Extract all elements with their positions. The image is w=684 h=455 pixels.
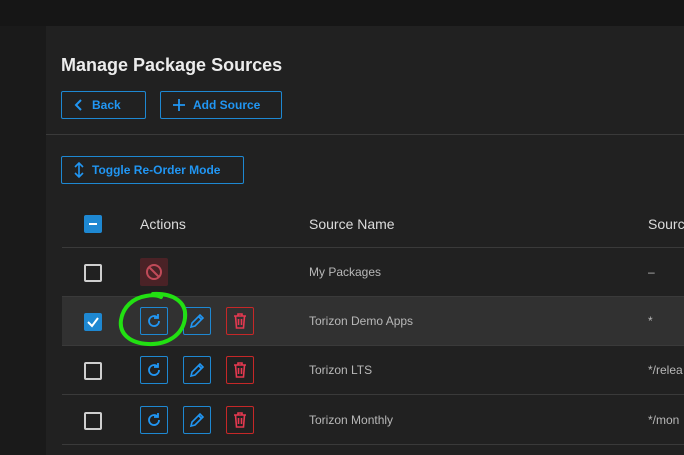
refresh-icon: [148, 314, 160, 327]
block-button: [140, 258, 168, 286]
table-row: My Packages –: [62, 248, 684, 296]
edit-button[interactable]: [183, 406, 211, 434]
source-pattern: –: [648, 265, 655, 279]
delete-button[interactable]: [226, 307, 254, 335]
table-header: Actions Source Name Sourc: [46, 208, 684, 248]
refresh-icon: [148, 413, 160, 426]
delete-button[interactable]: [226, 406, 254, 434]
edit-button[interactable]: [183, 356, 211, 384]
add-source-button[interactable]: Add Source: [160, 91, 282, 119]
header-divider: [46, 134, 684, 135]
source-pattern: */mon: [648, 413, 680, 427]
minus-icon: [89, 223, 97, 225]
add-source-button-label: Add Source: [193, 98, 261, 112]
chevron-left-icon: [74, 99, 82, 111]
trash-icon: [234, 313, 246, 329]
block-icon: [146, 264, 162, 280]
row-divider: [62, 444, 684, 445]
edit-button[interactable]: [183, 307, 211, 335]
back-button-label: Back: [92, 98, 121, 112]
trash-icon: [234, 412, 246, 428]
trash-icon: [234, 362, 246, 378]
table-row: Torizon LTS */relea: [62, 346, 684, 394]
source-name-header[interactable]: Source Name: [309, 216, 395, 232]
row-checkbox[interactable]: [84, 412, 102, 430]
refresh-button[interactable]: [140, 307, 168, 335]
manage-sources-panel: Manage Package Sources Back Add Source T…: [46, 26, 684, 455]
check-icon: [87, 317, 99, 328]
toggle-reorder-button-label: Toggle Re-Order Mode: [92, 163, 221, 177]
toggle-reorder-button[interactable]: Toggle Re-Order Mode: [61, 156, 244, 184]
table-row: Torizon Demo Apps *: [62, 297, 684, 345]
page-title: Manage Package Sources: [61, 55, 283, 75]
refresh-icon: [148, 363, 160, 376]
source-name: Torizon Monthly: [309, 413, 394, 427]
source-pattern: *: [648, 314, 653, 328]
plus-icon: [173, 99, 185, 111]
refresh-button[interactable]: [140, 406, 168, 434]
source-name: Torizon LTS: [309, 363, 373, 377]
back-button[interactable]: Back: [61, 91, 146, 119]
row-checkbox[interactable]: [84, 362, 102, 380]
source-name: My Packages: [309, 265, 382, 279]
row-divider: [62, 394, 684, 395]
source-name: Torizon Demo Apps: [309, 314, 414, 328]
actions-header: Actions: [140, 216, 186, 232]
vertical-arrows-icon: [74, 162, 84, 178]
source-pattern: */relea: [648, 363, 683, 377]
pencil-icon: [189, 313, 205, 329]
refresh-button[interactable]: [140, 356, 168, 384]
row-checkbox[interactable]: [84, 264, 102, 282]
row-checkbox[interactable]: [84, 313, 102, 331]
table-row: Torizon Monthly */mon: [62, 396, 684, 444]
pencil-icon: [189, 362, 205, 378]
delete-button[interactable]: [226, 356, 254, 384]
pencil-icon: [189, 412, 205, 428]
select-all-checkbox[interactable]: [84, 215, 102, 233]
source-pattern-header[interactable]: Sourc: [648, 216, 684, 232]
top-strip: [0, 0, 684, 26]
